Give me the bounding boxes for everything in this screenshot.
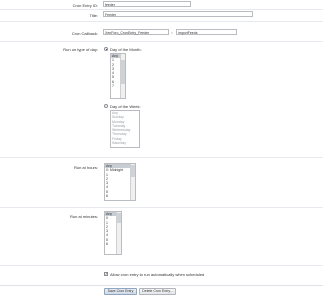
day-of-month-label: Day of the Month: xyxy=(110,47,142,52)
scrollbar[interactable] xyxy=(116,212,121,254)
day-of-week-radio[interactable] xyxy=(104,104,108,108)
cron-id-label: Cron Entry ID: xyxy=(72,3,98,8)
callback-method-input[interactable]: importFeeds xyxy=(176,29,237,35)
save-button[interactable]: Save Cron Entry xyxy=(104,288,137,295)
title-label: Title: xyxy=(89,13,98,18)
title-input[interactable]: Feeder xyxy=(103,11,253,17)
day-of-month-select[interactable]: Any 1 2 3 4 5 6 7 xyxy=(110,53,126,99)
scrollbar[interactable] xyxy=(130,164,135,200)
separator xyxy=(0,157,323,158)
scroll-thumb[interactable] xyxy=(121,60,125,84)
form-footer-divider xyxy=(0,285,323,286)
separator xyxy=(0,21,323,22)
callback-label: Cron Callback: xyxy=(71,31,98,36)
active-checkbox[interactable]: ✓ xyxy=(104,272,108,276)
hours-select[interactable]: Any 0: Midnight 1 2 3 4 5 6 xyxy=(104,163,136,201)
delete-button[interactable]: Delete Cron Entry... xyxy=(139,288,176,295)
hours-label: Run at hours: xyxy=(73,165,98,170)
callback-class-input[interactable]: XenForo_CronEntry_Feeder xyxy=(103,29,169,35)
scroll-thumb[interactable] xyxy=(117,213,121,223)
separator xyxy=(0,9,323,10)
minutes-select[interactable]: Any 0 1 2 3 4 5 6 xyxy=(104,211,122,255)
scroll-thumb[interactable] xyxy=(131,165,135,177)
callback-separator: :: xyxy=(171,30,174,35)
week-option[interactable]: Saturday xyxy=(111,141,139,145)
cron-id-input[interactable]: feeder xyxy=(103,1,191,7)
separator xyxy=(0,41,323,42)
scrollbar[interactable] xyxy=(120,54,125,98)
day-of-week-select[interactable]: Any Sunday Monday Tuesday Wednesday Thur… xyxy=(110,110,140,148)
day-of-month-radio[interactable] xyxy=(104,47,108,51)
day-of-week-label: Day of the Week: xyxy=(110,104,141,109)
separator xyxy=(0,207,323,208)
run-type-label: Run on type of day: xyxy=(63,47,98,52)
active-checkbox-label: Allow cron entry to run automatically wh… xyxy=(110,272,205,277)
minutes-label: Run at minutes: xyxy=(69,214,98,219)
separator xyxy=(0,265,323,266)
